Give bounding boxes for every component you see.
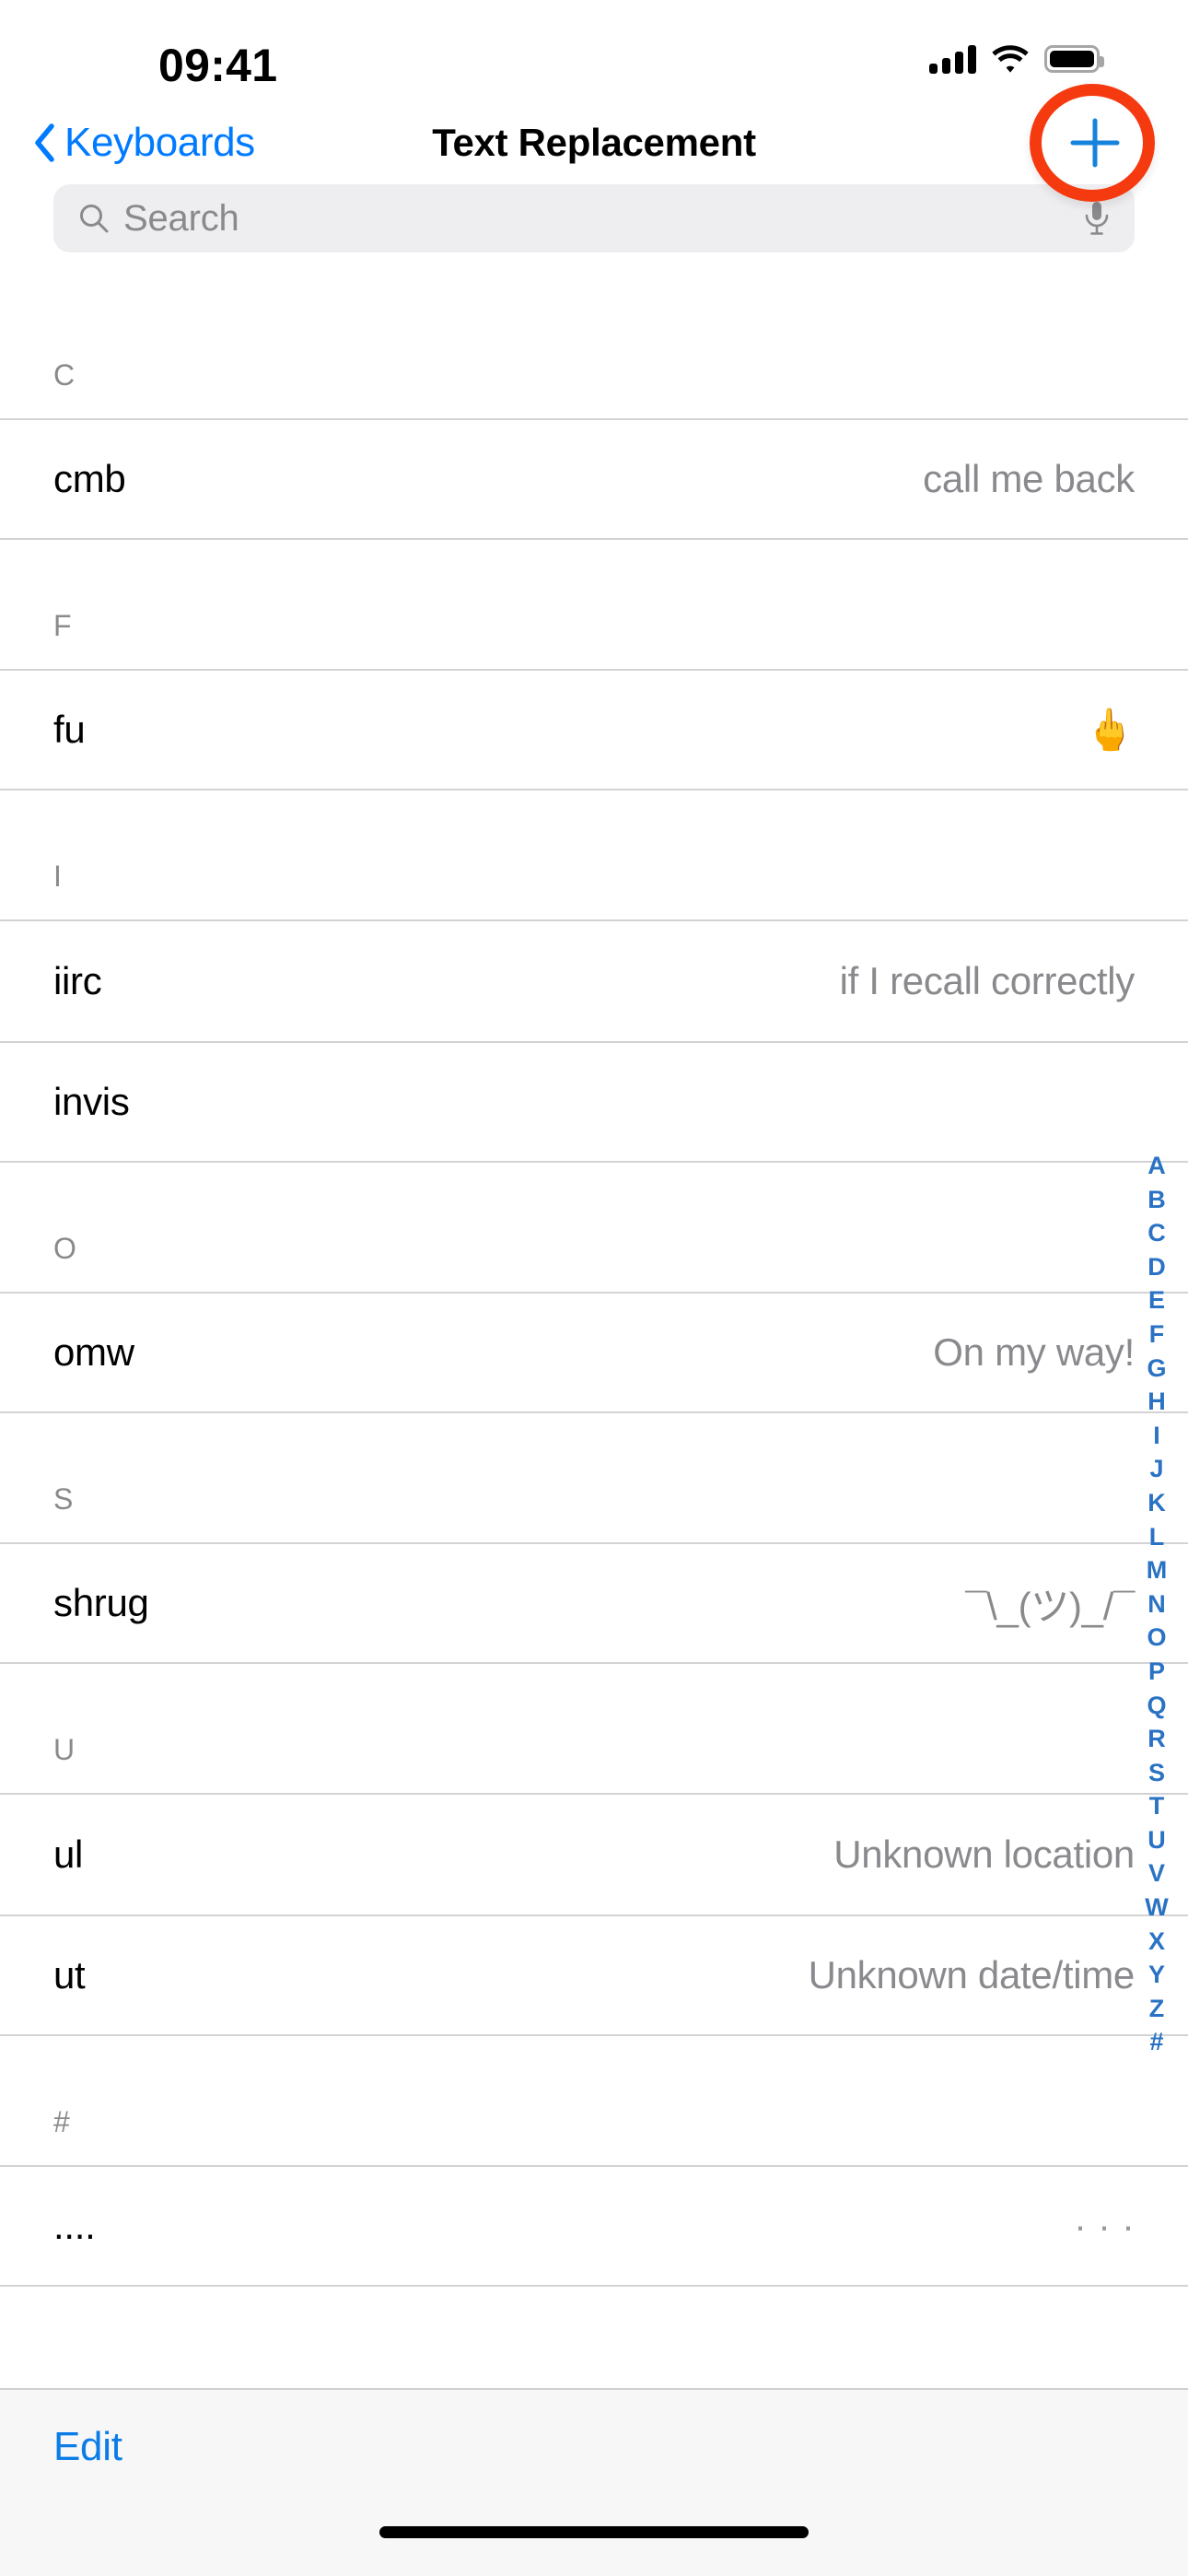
- index-letter-t[interactable]: T: [1149, 1789, 1165, 1823]
- battery-icon: [1044, 45, 1104, 73]
- edit-button[interactable]: Edit: [53, 2424, 122, 2470]
- row-phrase: Unknown date/time: [808, 1953, 1136, 1996]
- chevron-left-icon: [35, 123, 54, 162]
- row-shortcut: ....: [53, 2204, 96, 2247]
- index-letter-m[interactable]: M: [1147, 1553, 1168, 1587]
- table-row[interactable]: fu 🖕: [0, 669, 1188, 790]
- home-indicator[interactable]: [379, 2526, 809, 2538]
- index-letter-z[interactable]: Z: [1149, 1992, 1165, 2026]
- list-section: Ffu 🖕: [0, 582, 1188, 790]
- index-letter-g[interactable]: G: [1147, 1352, 1166, 1386]
- index-letter-e[interactable]: E: [1148, 1283, 1165, 1317]
- index-letter-l[interactable]: L: [1149, 1520, 1165, 1554]
- table-row[interactable]: omw On my way!: [0, 1292, 1188, 1413]
- row-shortcut: omw: [53, 1330, 134, 1374]
- row-phrase: 🖕: [1084, 708, 1136, 753]
- status-bar-indicators: [929, 44, 1104, 74]
- index-letter-b[interactable]: B: [1147, 1183, 1166, 1217]
- home-indicator-area: [0, 2504, 1188, 2576]
- search-input[interactable]: Search: [123, 198, 1083, 240]
- index-letter-hash[interactable]: #: [1149, 2025, 1163, 2059]
- list-section: Sshrug ¯\_(ツ)_/¯: [0, 1456, 1188, 1664]
- navigation-bar: Keyboards Text Replacement: [0, 84, 1188, 202]
- status-bar: 09:41: [0, 0, 1188, 101]
- row-phrase: if I recall correctly: [839, 959, 1136, 1002]
- row-shortcut: cmb: [53, 457, 126, 500]
- row-phrase: On my way!: [933, 1330, 1135, 1374]
- index-letter-s[interactable]: S: [1148, 1756, 1165, 1790]
- plus-icon: [1070, 118, 1120, 168]
- row-shortcut: ut: [53, 1953, 86, 1996]
- search-bar-container: Search: [0, 184, 1188, 287]
- section-header-letter: O: [53, 1231, 77, 1265]
- table-row[interactable]: iirc if I recall correctly: [0, 919, 1188, 1041]
- index-letter-r[interactable]: R: [1147, 1722, 1166, 1756]
- table-row[interactable]: invis: [0, 1041, 1188, 1163]
- table-row[interactable]: ul Unknown location: [0, 1793, 1188, 1914]
- microphone-icon[interactable]: [1083, 200, 1111, 237]
- index-letter-i[interactable]: I: [1153, 1419, 1160, 1453]
- search-bar[interactable]: Search: [53, 184, 1135, 252]
- index-letter-a[interactable]: A: [1147, 1149, 1166, 1183]
- index-letter-h[interactable]: H: [1147, 1385, 1166, 1419]
- row-shortcut: fu: [53, 708, 86, 751]
- row-phrase: Unknown location: [833, 1832, 1135, 1876]
- index-letter-x[interactable]: X: [1148, 1925, 1165, 1959]
- table-row[interactable]: ut Unknown date/time: [0, 1914, 1188, 2036]
- row-shortcut: invis: [53, 1080, 130, 1123]
- list-sections: Ccmb call me back Ffu 🖕 Iiirc if I recall cor…: [0, 332, 1188, 2287]
- section-header-letter: I: [53, 859, 63, 893]
- index-letter-p[interactable]: P: [1148, 1655, 1165, 1689]
- add-text-replacement-button[interactable]: [1061, 109, 1129, 177]
- index-letter-c[interactable]: C: [1147, 1216, 1166, 1250]
- index-letter-o[interactable]: O: [1147, 1621, 1166, 1655]
- section-header-letter: S: [53, 1481, 74, 1516]
- table-row[interactable]: .... ···: [0, 2165, 1188, 2287]
- cellular-signal-icon: [929, 44, 976, 74]
- index-letter-d[interactable]: D: [1147, 1250, 1166, 1284]
- wifi-icon: [992, 45, 1029, 73]
- index-letter-v[interactable]: V: [1148, 1856, 1165, 1891]
- row-phrase: ¯\_(ツ)_/¯: [965, 1584, 1135, 1628]
- list-section: Uul Unknown location ut Unknown date/time: [0, 1706, 1188, 2036]
- index-letter-y[interactable]: Y: [1148, 1958, 1165, 1992]
- list-section: Iiirc if I recall correctly invis: [0, 833, 1188, 1163]
- alphabet-index-bar[interactable]: A B C D E F G H I J K L M N O P Q R S T U V W X Y Z #: [1133, 1149, 1181, 2059]
- index-letter-q[interactable]: Q: [1147, 1689, 1166, 1723]
- section-header-letter: F: [53, 608, 72, 642]
- table-row[interactable]: shrug ¯\_(ツ)_/¯: [0, 1542, 1188, 1664]
- section-header-letter: C: [53, 357, 76, 392]
- list-section: Oomw On my way!: [0, 1205, 1188, 1413]
- row-shortcut: shrug: [53, 1581, 149, 1624]
- list-section: Ccmb call me back: [0, 332, 1188, 540]
- row-shortcut: ul: [53, 1832, 84, 1876]
- bottom-toolbar: Edit: [0, 2388, 1188, 2504]
- back-button-label: Keyboards: [64, 120, 255, 165]
- magnifier-icon: [80, 205, 109, 233]
- index-letter-u[interactable]: U: [1147, 1823, 1166, 1857]
- row-phrase: ···: [1074, 2204, 1146, 2247]
- section-header-letter: U: [53, 1732, 76, 1766]
- list-section: #.... ···: [0, 2078, 1188, 2287]
- row-phrase: call me back: [923, 457, 1135, 500]
- index-letter-j[interactable]: J: [1149, 1452, 1163, 1486]
- section-header-letter: #: [53, 2104, 70, 2138]
- back-button-keyboards[interactable]: Keyboards: [33, 120, 255, 166]
- text-replacement-list[interactable]: Ccmb call me back Ffu 🖕 Iiirc if I recall cor…: [0, 287, 1188, 2388]
- index-letter-w[interactable]: W: [1145, 1891, 1168, 1925]
- text-replacement-screen: 09:41 Keyboards Text Replacement Search …: [0, 0, 1188, 2576]
- index-letter-f[interactable]: F: [1149, 1317, 1165, 1352]
- index-letter-k[interactable]: K: [1147, 1486, 1166, 1520]
- index-letter-n[interactable]: N: [1147, 1587, 1166, 1622]
- row-shortcut: iirc: [53, 959, 102, 1002]
- table-row[interactable]: cmb call me back: [0, 418, 1188, 540]
